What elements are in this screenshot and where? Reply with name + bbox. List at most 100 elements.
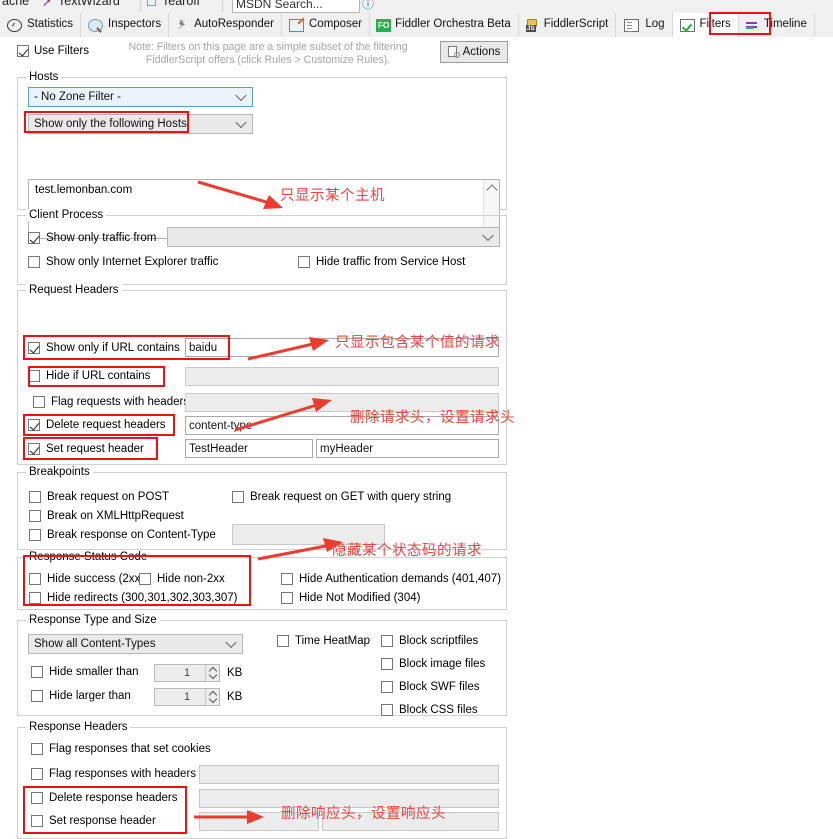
scroll-up-icon[interactable] [485, 184, 498, 196]
client-process-dropdown[interactable] [167, 227, 500, 247]
break-request-get-label: Break request on GET with query string [250, 491, 452, 503]
hide-non2xx-row[interactable]: Hide non-2xx [139, 573, 225, 585]
hide-url-contains-input[interactable] [185, 367, 499, 386]
statistics-icon [7, 18, 22, 32]
tab-inspectors[interactable]: Inspectors [81, 13, 170, 37]
time-heatmap-checkbox[interactable] [277, 635, 289, 647]
help-icon[interactable]: ⓘ [362, 0, 374, 12]
block-script-files-row[interactable]: Block scriptfiles [381, 635, 478, 647]
show-only-traffic-from-checkbox[interactable] [28, 232, 40, 244]
tab-filters[interactable]: Filters [672, 13, 739, 37]
stepper-buttons[interactable] [205, 665, 219, 681]
flag-responses-headers-checkbox[interactable] [31, 768, 43, 780]
stepper-buttons[interactable] [205, 689, 219, 705]
set-request-header-checkbox[interactable] [28, 443, 40, 455]
hide-url-contains-row[interactable]: Hide if URL contains [28, 370, 150, 382]
break-request-get-row[interactable]: Break request on GET with query string [232, 491, 451, 503]
host-filter-dropdown[interactable]: Show only the following Hosts [28, 114, 253, 134]
show-only-url-contains-checkbox[interactable] [28, 342, 40, 354]
set-response-header-checkbox[interactable] [31, 815, 43, 827]
block-image-files-checkbox[interactable] [381, 658, 393, 670]
hide-not-modified-row[interactable]: Hide Not Modified (304) [281, 592, 420, 604]
block-swf-files-row[interactable]: Block SWF files [381, 681, 480, 693]
hide-service-host-checkbox[interactable] [298, 256, 310, 268]
show-only-ie-traffic-checkbox[interactable] [28, 256, 40, 268]
set-request-header-row[interactable]: Set request header [28, 443, 144, 455]
toolbar-item-textwizard[interactable]: TextWizard [58, 0, 120, 8]
set-response-header-label: Set response header [49, 815, 156, 827]
msdn-search-input[interactable]: MSDN Search... [232, 0, 360, 13]
flag-responses-cookies-row[interactable]: Flag responses that set cookies [31, 743, 211, 755]
break-request-post-row[interactable]: Break request on POST [29, 491, 169, 503]
hide-smaller-than-stepper[interactable]: 1 [154, 664, 220, 682]
break-request-get-checkbox[interactable] [232, 491, 244, 503]
hide-smaller-than-checkbox[interactable] [31, 666, 43, 678]
delete-request-headers-checkbox[interactable] [28, 419, 40, 431]
hide-success-row[interactable]: Hide success (2xx) [29, 573, 144, 585]
flag-responses-cookies-checkbox[interactable] [31, 743, 43, 755]
hide-smaller-than-row[interactable]: Hide smaller than [31, 666, 138, 678]
actions-button[interactable]: Actions [440, 41, 508, 63]
tab-composer[interactable]: Composer [282, 13, 371, 37]
flag-responses-headers-row[interactable]: Flag responses with headers [31, 768, 196, 780]
show-only-traffic-from-row[interactable]: Show only traffic from [28, 232, 156, 244]
show-only-ie-traffic-row[interactable]: Show only Internet Explorer traffic [28, 256, 218, 268]
break-xhr-row[interactable]: Break on XMLHttpRequest [29, 510, 184, 522]
block-image-files-row[interactable]: Block image files [381, 658, 485, 670]
time-heatmap-row[interactable]: Time HeatMap [277, 635, 370, 647]
timeline-icon [745, 19, 760, 32]
tab-fiddler-orchestra-beta[interactable]: FO Fiddler Orchestra Beta [370, 13, 519, 37]
block-swf-files-checkbox[interactable] [381, 681, 393, 693]
time-heatmap-label: Time HeatMap [295, 635, 370, 647]
set-response-header-row[interactable]: Set response header [31, 815, 156, 827]
delete-response-headers-row[interactable]: Delete response headers [31, 792, 178, 804]
hide-larger-than-checkbox[interactable] [31, 690, 43, 702]
delete-request-headers-row[interactable]: Delete request headers [28, 419, 166, 431]
hide-larger-than-row[interactable]: Hide larger than [31, 690, 131, 702]
set-request-header-value-input[interactable]: myHeader [316, 439, 499, 458]
use-filters-checkbox[interactable] [17, 45, 29, 57]
tab-autoresponder[interactable]: AutoResponder [169, 13, 282, 37]
tab-bar[interactable]: Statistics Inspectors AutoResponder Comp… [0, 13, 833, 38]
content-types-dropdown[interactable]: Show all Content-Types [28, 634, 243, 654]
flag-requests-with-headers-row[interactable]: Flag requests with headers [33, 396, 189, 408]
delete-request-headers-label: Delete request headers [46, 419, 166, 431]
flag-responses-headers-input[interactable] [199, 765, 499, 784]
flag-requests-with-headers-checkbox[interactable] [33, 396, 45, 408]
show-only-url-contains-row[interactable]: Show only if URL contains [28, 342, 180, 354]
hide-service-host-row[interactable]: Hide traffic from Service Host [298, 256, 465, 268]
tab-statistics[interactable]: Statistics [0, 13, 82, 37]
hide-not-modified-checkbox[interactable] [281, 592, 293, 604]
block-css-files-row[interactable]: Block CSS files [381, 704, 478, 716]
hide-non2xx-checkbox[interactable] [139, 573, 151, 585]
break-request-post-label: Break request on POST [47, 491, 170, 503]
hide-larger-than-stepper[interactable]: 1 [154, 688, 220, 706]
delete-response-headers-checkbox[interactable] [31, 792, 43, 804]
zone-filter-dropdown[interactable]: - No Zone Filter - [28, 87, 253, 107]
use-filters-row[interactable]: Use Filters [17, 45, 89, 57]
tab-label: FiddlerScript [543, 18, 609, 31]
break-xhr-checkbox[interactable] [29, 510, 41, 522]
hide-auth-demands-checkbox[interactable] [281, 573, 293, 585]
toolbar-item-tearoff[interactable]: Tearoff [162, 0, 200, 8]
hide-url-contains-checkbox[interactable] [28, 370, 40, 382]
hide-redirects-checkbox[interactable] [29, 592, 41, 604]
break-request-post-checkbox[interactable] [29, 491, 41, 503]
hide-auth-demands-row[interactable]: Hide Authentication demands (401,407) [281, 573, 501, 585]
annotation-text-status-code: 隐藏某个状态码的请求 [332, 543, 482, 559]
tab-timeline[interactable]: Timeline [739, 13, 815, 37]
set-request-header-name-input[interactable]: TestHeader [185, 439, 313, 458]
hide-redirects-row[interactable]: Hide redirects (300,301,302,303,307) [29, 592, 238, 604]
break-response-content-type-row[interactable]: Break response on Content-Type [29, 529, 216, 541]
block-script-files-checkbox[interactable] [381, 635, 393, 647]
tab-log[interactable]: Log [616, 13, 673, 37]
toolbar-item-cache[interactable]: ache [2, 0, 29, 8]
hide-success-checkbox[interactable] [29, 573, 41, 585]
block-css-files-checkbox[interactable] [381, 704, 393, 716]
block-image-files-label: Block image files [399, 658, 486, 670]
response-headers-caption: Response Headers [26, 721, 131, 733]
tab-label: Fiddler Orchestra Beta [395, 18, 511, 31]
actions-icon [447, 46, 460, 58]
tab-fiddlerscript[interactable]: FiddlerScript [519, 13, 617, 37]
break-response-content-type-checkbox[interactable] [29, 529, 41, 541]
